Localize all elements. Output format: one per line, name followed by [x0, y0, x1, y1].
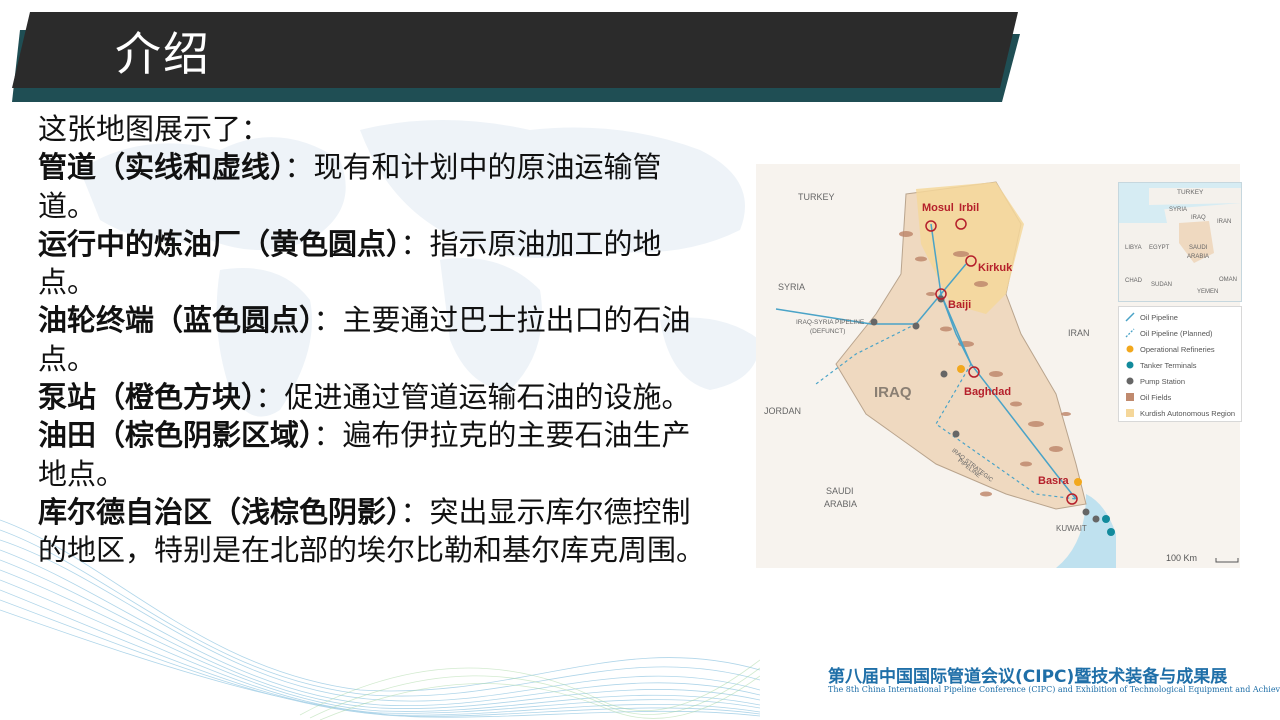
item-desc: ：促进通过管道运输石油的设施。: [255, 380, 691, 415]
intro-line: 这张地图展示了：: [38, 112, 271, 146]
inset-label-yemen: YEMEN: [1197, 289, 1219, 295]
iraq-oil-map: TURKEY SYRIA IRAN IRAQ JORDAN SAUDI ARAB…: [756, 164, 1242, 568]
item-term: 管道（实线和虚线）: [38, 150, 285, 185]
list-item: 库尔德自治区（浅棕色阴影）：突出显示库尔德控制的地区，特别是在北部的埃尔比勒和基…: [38, 493, 718, 570]
legend-item: Oil Pipeline (Planned): [1125, 327, 1213, 339]
scale-label: 100 Km: [1166, 553, 1198, 563]
legend-item: Oil Pipeline: [1125, 311, 1178, 323]
legend-label: Operational Refineries: [1140, 344, 1215, 354]
kurdish-square-icon: [1125, 408, 1135, 418]
label-iraq-syria-defunct: (DEFUNCT): [810, 328, 846, 335]
item-term: 库尔德自治区（浅棕色阴影）: [38, 494, 401, 529]
description-text: 这张地图展示了： 管道（实线和虚线）：现有和计划中的原油运输管道。 运行中的炼油…: [38, 110, 718, 570]
refinery-dot-icon: [1125, 344, 1135, 354]
label-mosul: Mosul: [922, 202, 954, 214]
page-title: 介绍: [115, 27, 211, 81]
legend-item: Oil Fields: [1125, 391, 1171, 403]
label-syria: SYRIA: [778, 282, 806, 292]
legend-item: Kurdish Autonomous Region: [1125, 407, 1235, 419]
item-term: 油轮终端（蓝色圆点）: [38, 303, 314, 338]
map-caption-strip: [756, 164, 1240, 170]
legend-label: Oil Fields: [1140, 392, 1172, 402]
item-term: 油田（棕色阴影区域）: [38, 418, 314, 453]
label-iran: IRAN: [1068, 328, 1090, 338]
inset-label-iran: IRAN: [1217, 219, 1232, 225]
label-iraq-syria-pipeline: IRAQ-SYRIA PIPELINE: [796, 319, 865, 326]
label-baghdad: Baghdad: [964, 386, 1012, 398]
inset-label-turkey: TURKEY: [1177, 189, 1204, 196]
inset-label-chad: CHAD: [1125, 278, 1143, 284]
conference-logo-en: The 8th China International Pipeline Con…: [828, 685, 1280, 694]
inset-label-syria: SYRIA: [1169, 207, 1188, 213]
inset-label-saudi: SAUDI: [1189, 245, 1208, 251]
label-jordan: JORDAN: [764, 406, 802, 416]
inset-label-libya: LIBYA: [1125, 245, 1142, 251]
inset-label-oman: OMAN: [1219, 277, 1237, 283]
label-iraq: IRAQ: [874, 384, 912, 401]
conference-logo-cn: 第八届中国国际管道会议(CIPC)暨技术装备与成果展: [828, 667, 1228, 687]
label-kirkuk: Kirkuk: [978, 262, 1013, 274]
legend-label: Kurdish Autonomous Region: [1140, 408, 1236, 418]
item-term: 运行中的炼油厂（黄色圆点）: [38, 226, 401, 261]
label-basra: Basra: [1038, 475, 1069, 487]
scale-bar: [1215, 558, 1239, 563]
item-term: 泵站（橙色方块）: [38, 380, 256, 415]
list-item: 泵站（橙色方块）：促进通过管道运输石油的设施。: [38, 378, 718, 416]
inset-label-sudan: SUDAN: [1151, 282, 1173, 288]
legend-label: Pump Station: [1140, 376, 1186, 386]
label-baiji: Baiji: [948, 299, 972, 311]
label-turkey: TURKEY: [798, 192, 835, 202]
list-item: 运行中的炼油厂（黄色圆点）：指示原油加工的地点。: [38, 225, 718, 302]
list-item: 油轮终端（蓝色圆点）：主要通过巴士拉出口的石油点。: [38, 301, 718, 378]
label-irbil: Irbil: [959, 202, 980, 214]
pipeline-solid-icon: [1125, 312, 1135, 322]
inset-label-iraq: IRAQ: [1191, 215, 1206, 221]
list-item: 管道（实线和虚线）：现有和计划中的原油运输管道。: [38, 148, 718, 225]
legend-item: Pump Station: [1125, 375, 1185, 387]
legend-label: Oil Pipeline: [1140, 312, 1178, 322]
tanker-dot-icon: [1125, 360, 1135, 370]
inset-region-map: TURKEY SYRIA IRAQ IRAN LIBYA EGYPT SAUDI…: [1118, 182, 1242, 302]
legend-label: Oil Pipeline (Planned): [1140, 328, 1213, 338]
label-arabia: ARABIA: [824, 499, 858, 509]
pump-dot-icon: [1125, 376, 1135, 386]
map-legend: Oil Pipeline Oil Pipeline (Planned) Oper…: [1118, 306, 1242, 422]
label-saudi: SAUDI: [826, 486, 854, 496]
inset-label-egypt: EGYPT: [1149, 245, 1170, 251]
legend-item: Operational Refineries: [1125, 343, 1215, 355]
legend-item: Tanker Terminals: [1125, 359, 1197, 371]
legend-label: Tanker Terminals: [1140, 360, 1197, 370]
inset-label-arabia: ARABIA: [1187, 254, 1210, 260]
pipeline-dashed-icon: [1125, 328, 1135, 338]
oil-field-square-icon: [1125, 392, 1135, 402]
list-item: 油田（棕色阴影区域）：遍布伊拉克的主要石油生产地点。: [38, 416, 718, 493]
label-kuwait: KUWAIT: [1056, 524, 1087, 533]
